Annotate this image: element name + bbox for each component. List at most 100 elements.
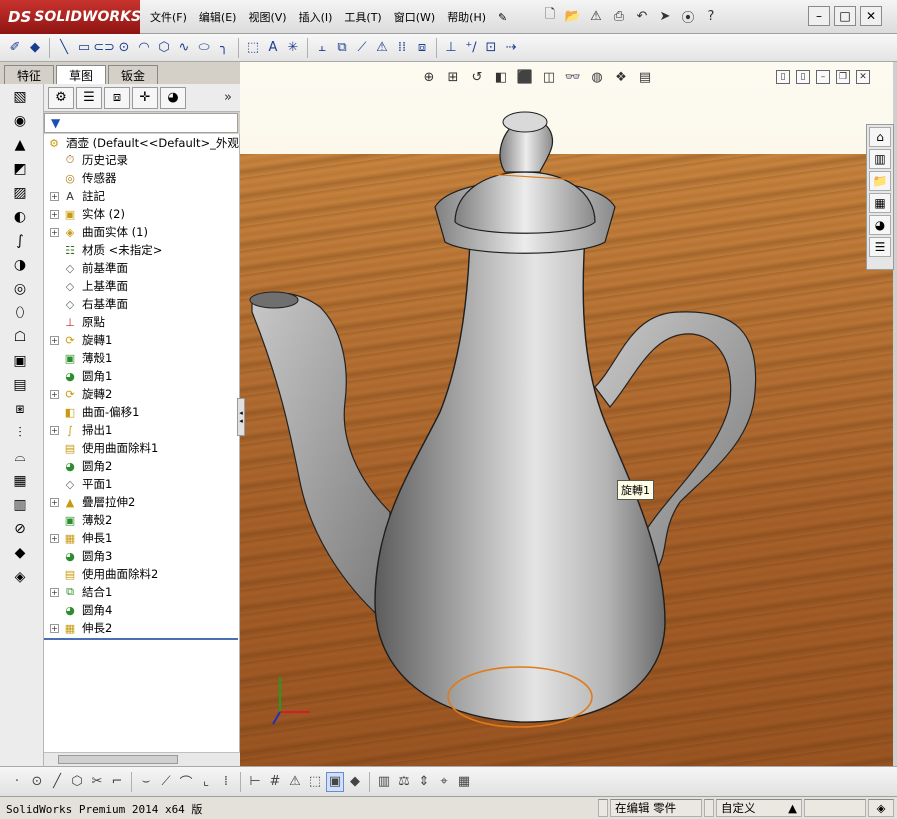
reference-geometry-icon[interactable]: ◆ <box>6 542 34 564</box>
centerline-icon[interactable]: ⁞ <box>217 772 235 792</box>
shell-tool-icon[interactable]: ⬯ <box>6 302 34 324</box>
maximize-icon[interactable]: □ <box>834 6 856 26</box>
scene-icon[interactable]: ❖ <box>612 68 630 86</box>
feature-tree-item[interactable]: ▤ 使用曲面除料1 <box>44 439 239 457</box>
circle-icon[interactable]: ⊙ <box>115 38 133 58</box>
expand-plus-icon[interactable]: + <box>50 533 59 543</box>
lofted-boss-icon[interactable]: ◩ <box>6 158 34 180</box>
line-icon[interactable]: ╲ <box>55 38 73 58</box>
menu-help[interactable]: 帮助(H) <box>441 0 492 34</box>
pin-icon[interactable]: ✎ <box>492 0 513 34</box>
sketch-chamfer-icon[interactable]: ⟋ <box>157 772 175 792</box>
menu-insert[interactable]: 插入(I) <box>293 0 339 34</box>
feature-tree-root[interactable]: ⚙ 酒壶 (Default<<Default>_外观 <box>44 134 239 152</box>
minimize-icon[interactable]: – <box>808 6 830 26</box>
point-icon[interactable]: ✳ <box>284 38 302 58</box>
menu-window[interactable]: 窗口(W) <box>388 0 441 34</box>
corner-icon[interactable]: ⌞ <box>197 772 215 792</box>
polygon-tool-icon[interactable]: ⬡ <box>68 772 86 792</box>
rib-icon[interactable]: ☖ <box>6 326 34 348</box>
home-icon[interactable]: ⌂ <box>869 127 891 147</box>
polygon-icon[interactable]: ⬡ <box>155 38 173 58</box>
view-settings-icon[interactable]: ▤ <box>636 68 654 86</box>
move-entities-icon[interactable]: ⧈ <box>413 38 431 58</box>
feature-tree-item[interactable]: ◕ 圆角2 <box>44 457 239 475</box>
dimxpert-tab-icon[interactable]: ✛ <box>132 86 158 109</box>
doc-restore-icon[interactable]: ❐ <box>836 70 850 84</box>
move-face-icon[interactable]: ▤ <box>6 374 34 396</box>
display-style-icon[interactable]: ◫ <box>540 68 558 86</box>
close-icon[interactable]: ✕ <box>860 6 882 26</box>
repair-sketch-icon[interactable]: ⁺∕ <box>462 38 480 58</box>
configuration-manager-tab-icon[interactable]: ⧈ <box>104 86 130 109</box>
trim-icon[interactable]: ⫠ <box>313 38 331 58</box>
custom-properties-icon[interactable]: ☰ <box>869 237 891 257</box>
plane-tool-icon[interactable]: ⬚ <box>244 38 262 58</box>
expand-plus-icon[interactable]: + <box>50 209 59 219</box>
feature-tree-item[interactable]: ▤ 使用曲面除料2 <box>44 565 239 583</box>
revolved-boss-icon[interactable]: ◉ <box>6 110 34 132</box>
quick-snaps-icon[interactable]: ⊡ <box>482 38 500 58</box>
camera-icon[interactable]: ⌖ <box>435 772 453 792</box>
dome-icon[interactable]: ⌓ <box>6 446 34 468</box>
solidworks-logo[interactable]: DS SOLIDWORKS <box>0 0 141 34</box>
feature-tree-item[interactable]: + ⧉ 結合1 <box>44 583 239 601</box>
cube-icon[interactable]: ◆ <box>346 772 364 792</box>
status-units[interactable]: 自定义 ▲ <box>716 799 802 817</box>
table-icon[interactable]: ▦ <box>455 772 473 792</box>
linear-pattern-icon[interactable]: ⁞⁞ <box>393 38 411 58</box>
sketch-fillet-icon[interactable]: ⌣ <box>137 772 155 792</box>
menu-edit[interactable]: 编辑(E) <box>193 0 243 34</box>
tile-view-icon[interactable]: ▯ <box>796 70 810 84</box>
curves-icon[interactable]: ◈ <box>6 566 34 588</box>
view-orientation-icon[interactable]: ⬛ <box>516 68 534 86</box>
extend-tool-icon[interactable]: ⌐ <box>108 772 126 792</box>
file-explorer-icon[interactable]: 📁 <box>869 171 891 191</box>
feature-tree-tab-icon[interactable]: ⚙ <box>48 86 74 109</box>
tag-icon[interactable]: ◈ <box>868 799 894 817</box>
swept-boss-icon[interactable]: ▲ <box>6 134 34 156</box>
feature-tree-item[interactable]: ▣ 薄殼1 <box>44 349 239 367</box>
teapot-model[interactable] <box>240 62 893 766</box>
text-icon[interactable]: A <box>264 38 282 58</box>
wrap-icon[interactable]: ▦ <box>6 470 34 492</box>
swept-cut-icon[interactable]: ∫ <box>6 230 34 252</box>
feature-tree-item[interactable]: + ∫ 掃出1 <box>44 421 239 439</box>
ellipse-icon[interactable]: ⬭ <box>195 38 213 58</box>
select-arrow-icon[interactable]: ➤ <box>655 6 675 26</box>
feature-tree-item[interactable]: + ▣ 实体 (2) <box>44 205 239 223</box>
scroll-thumb[interactable] <box>58 755 178 764</box>
measure-icon[interactable]: ▥ <box>375 772 393 792</box>
rapid-sketch-icon[interactable]: ⇢ <box>502 38 520 58</box>
zoom-area-icon[interactable]: ⊞ <box>444 68 462 86</box>
feature-tree-item[interactable]: + ⟳ 旋轉2 <box>44 385 239 403</box>
lofted-cut-icon[interactable]: ◑ <box>6 254 34 276</box>
arc-icon[interactable]: ◠ <box>135 38 153 58</box>
open-folder-icon[interactable]: 📂 <box>563 6 583 26</box>
extruded-cut-icon[interactable]: ▨ <box>6 182 34 204</box>
undo-icon[interactable]: ↶ <box>632 6 652 26</box>
display-relations-icon[interactable]: ⊥ <box>442 38 460 58</box>
expand-plus-icon[interactable]: + <box>50 389 59 399</box>
split-icon[interactable]: ▣ <box>6 350 34 372</box>
trim-tool-icon[interactable]: ✂ <box>88 772 106 792</box>
expand-plus-icon[interactable]: + <box>50 587 59 597</box>
expand-plus-icon[interactable]: + <box>50 191 59 201</box>
view-palette-icon[interactable]: ▦ <box>869 193 891 213</box>
extruded-boss-icon[interactable]: ▧ <box>6 86 34 108</box>
menu-view[interactable]: 视图(V) <box>242 0 292 34</box>
feature-tree-item[interactable]: ▣ 薄殼2 <box>44 511 239 529</box>
intersect-icon[interactable]: ⫶ <box>6 422 34 444</box>
menu-tools[interactable]: 工具(T) <box>338 0 387 34</box>
expand-plus-icon[interactable]: + <box>50 623 59 633</box>
previous-view-icon[interactable]: ↺ <box>468 68 486 86</box>
feature-tree-item[interactable]: + ◈ 曲面实体 (1) <box>44 223 239 241</box>
hide-show-icon[interactable]: 👓 <box>564 68 582 86</box>
property-manager-tab-icon[interactable]: ☰ <box>76 86 102 109</box>
feature-tree-item[interactable]: + ▦ 伸長2 <box>44 619 239 637</box>
line-tool-icon[interactable]: ╱ <box>48 772 66 792</box>
shaded-box-icon[interactable]: ▣ <box>326 771 344 792</box>
expand-plus-icon[interactable]: + <box>50 335 59 345</box>
section-view-icon[interactable]: ◧ <box>492 68 510 86</box>
feature-tree-item[interactable]: ◇ 上基準面 <box>44 277 239 295</box>
